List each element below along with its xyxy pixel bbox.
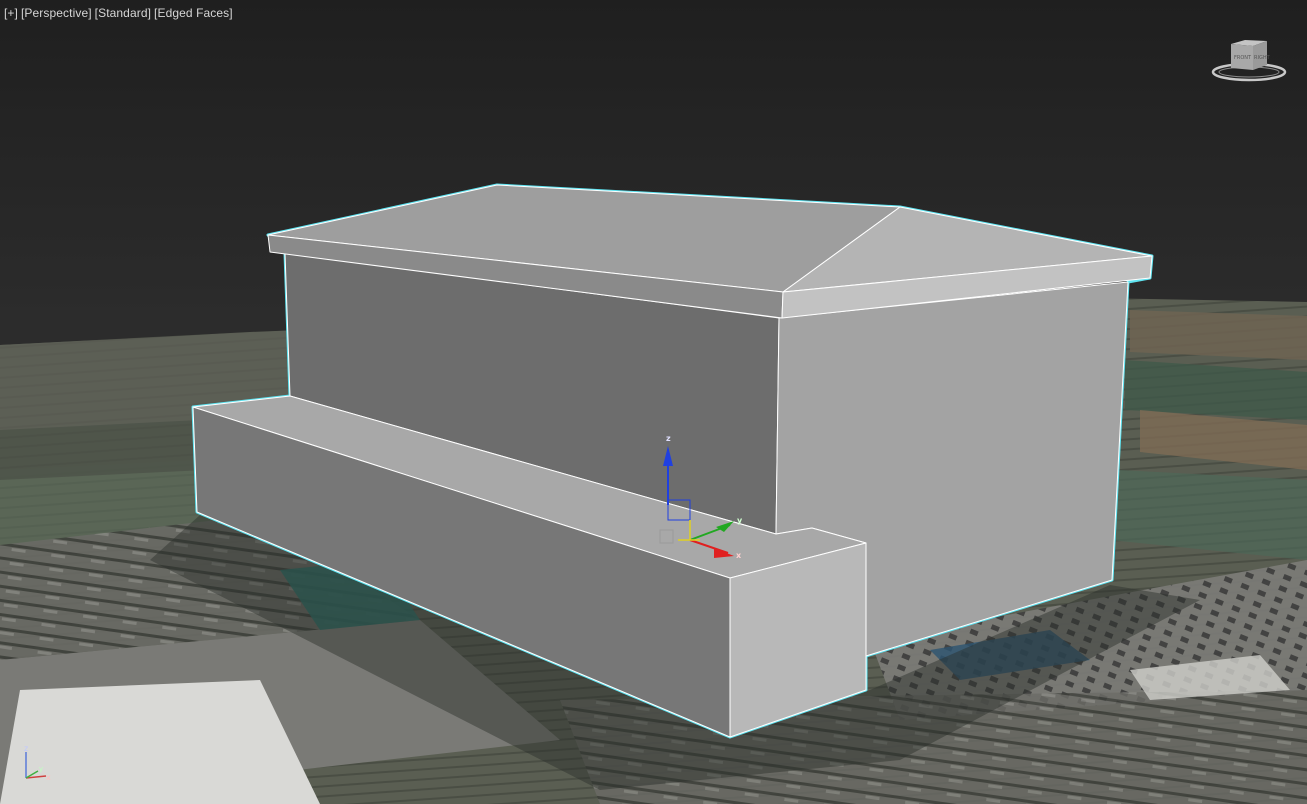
gizmo-x-label: x <box>736 551 742 560</box>
scene-canvas[interactable]: z y x <box>0 0 1307 804</box>
viewport-display-label-edged-faces[interactable]: [Edged Faces] <box>154 6 233 20</box>
viewport-menu-button[interactable]: [+] <box>4 6 18 20</box>
gizmo-y-label: y <box>737 516 743 525</box>
world-z-label: z <box>24 744 28 753</box>
viewport-point-of-view-label[interactable]: [Perspective] <box>21 6 92 20</box>
viewport-shading-label-standard[interactable]: [Standard] <box>95 6 151 20</box>
world-axis-tripod: z x y <box>24 744 51 782</box>
world-y-label: y <box>39 765 43 773</box>
perspective-viewport[interactable]: z y x [+] [Perspective] [Standard] [Edge… <box>0 0 1307 804</box>
world-x-label: x <box>46 773 51 782</box>
viewcube-front-label: FRONT <box>1234 55 1252 61</box>
viewcube-right-label: RIGHT <box>1254 55 1271 61</box>
gizmo-z-label: z <box>666 434 671 443</box>
viewcube[interactable]: FRONT RIGHT <box>1209 38 1289 86</box>
viewport-labels: [+] [Perspective] [Standard] [Edged Face… <box>4 6 233 20</box>
